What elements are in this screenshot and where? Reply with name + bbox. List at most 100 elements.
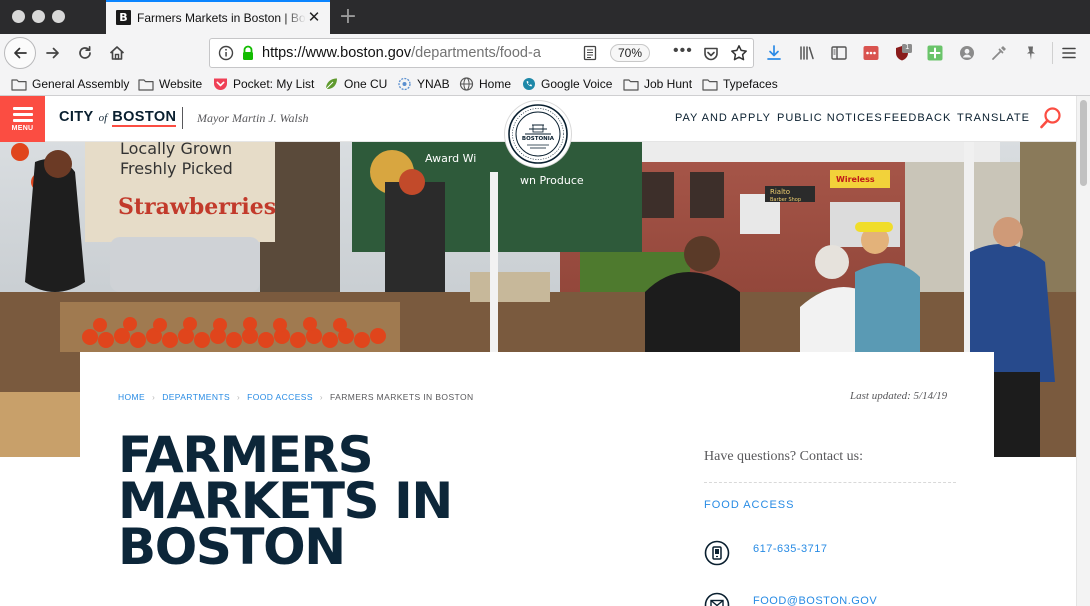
new-tab-button[interactable]: + bbox=[337, 4, 359, 30]
lastpass-icon[interactable] bbox=[861, 43, 881, 63]
hero-sign-text: Locally Grown bbox=[120, 142, 232, 158]
nav-translate[interactable]: TRANSLATE bbox=[957, 112, 1030, 124]
tab-active[interactable]: B Farmers Markets in Boston | Bo ✕ bbox=[106, 0, 330, 34]
breadcrumb-food-access[interactable]: FOOD ACCESS bbox=[247, 392, 313, 402]
ublock-badge: 1 bbox=[905, 43, 910, 51]
download-icon[interactable] bbox=[764, 43, 784, 63]
bookmark-one-cu[interactable]: One CU bbox=[324, 75, 387, 93]
page-title-line: BOSTON bbox=[118, 518, 346, 576]
url-bar[interactable]: https://www.boston.gov/departments/food-… bbox=[209, 38, 754, 68]
search-icon[interactable] bbox=[1038, 105, 1064, 131]
ublock-icon[interactable]: 1 bbox=[893, 43, 913, 63]
page-viewport: Locally Grown Freshly Picked Strawberrie… bbox=[0, 96, 1076, 606]
logo-city-text: CITY bbox=[59, 109, 94, 125]
url-host: https://www.boston.gov bbox=[262, 45, 412, 61]
bookmark-home[interactable]: Home bbox=[459, 75, 511, 93]
contact-department-link[interactable]: FOOD ACCESS bbox=[704, 499, 794, 511]
reload-button[interactable] bbox=[69, 37, 101, 69]
contact-heading: Have questions? Contact us: bbox=[704, 449, 864, 464]
pocket-icon[interactable] bbox=[702, 45, 720, 63]
extension-plus-icon[interactable] bbox=[925, 43, 945, 63]
window-close-button[interactable] bbox=[12, 10, 25, 23]
back-arrow-icon bbox=[14, 47, 27, 59]
logo-of-text: of bbox=[98, 112, 108, 124]
reload-icon bbox=[79, 45, 91, 59]
bookmark-label: Google Voice bbox=[541, 77, 613, 91]
google-voice-icon bbox=[522, 77, 536, 91]
bookmark-label: Typefaces bbox=[723, 77, 778, 91]
breadcrumb-home[interactable]: HOME bbox=[118, 392, 145, 402]
hero-sign-text: Wireless bbox=[836, 175, 875, 184]
hero-sign-text: Freshly Picked bbox=[120, 159, 233, 178]
navigation-toolbar: https://www.boston.gov/departments/food-… bbox=[0, 34, 1090, 72]
contact-divider bbox=[704, 482, 956, 483]
library-icon[interactable] bbox=[797, 43, 817, 63]
forward-arrow-icon bbox=[46, 47, 59, 59]
hero-sign-text: Award Wi bbox=[425, 152, 476, 165]
bookmark-pocket[interactable]: Pocket: My List bbox=[213, 75, 314, 93]
boston-favicon-icon: B bbox=[116, 10, 131, 25]
bookmark-typefaces[interactable]: Typefaces bbox=[702, 75, 778, 93]
bookmark-ynab[interactable]: YNAB bbox=[397, 75, 450, 93]
city-seal[interactable]: BOSTONIA bbox=[505, 101, 571, 167]
leaf-icon bbox=[324, 77, 339, 91]
page-actions-more-icon[interactable]: ••• bbox=[673, 42, 693, 60]
bookmark-website[interactable]: Website bbox=[138, 75, 202, 93]
hamburger-menu-icon[interactable] bbox=[1059, 43, 1079, 63]
bookmark-google-voice[interactable]: Google Voice bbox=[522, 75, 612, 93]
email-icon bbox=[704, 592, 730, 606]
bookmark-label: Home bbox=[479, 77, 512, 91]
contact-phone-link[interactable]: 617-635-3717 bbox=[753, 543, 828, 555]
bookmarks-bar: General Assembly Website Pocket: My List… bbox=[0, 72, 1090, 96]
lock-icon[interactable] bbox=[240, 45, 256, 61]
hero-sign-text: Barber Shop bbox=[770, 197, 801, 203]
hero-sign-text: Strawberries bbox=[118, 194, 276, 220]
logo-divider bbox=[182, 107, 183, 129]
breadcrumb-departments[interactable]: DEPARTMENTS bbox=[162, 392, 230, 402]
bookmark-job-hunt[interactable]: Job Hunt bbox=[623, 75, 692, 93]
boston-seal-icon: BOSTONIA bbox=[508, 104, 568, 164]
nav-pay-and-apply[interactable]: PAY AND APPLY bbox=[675, 112, 771, 124]
home-button[interactable] bbox=[101, 37, 133, 69]
site-menu-button[interactable]: MENU bbox=[0, 96, 45, 142]
bookmark-star-icon[interactable] bbox=[730, 44, 748, 62]
folder-icon bbox=[623, 78, 639, 91]
tab-close-icon[interactable]: ✕ bbox=[306, 8, 322, 26]
window-minimize-button[interactable] bbox=[32, 10, 45, 23]
contact-email-link[interactable]: FOOD@BOSTON.GOV bbox=[753, 595, 877, 606]
bookmark-label: One CU bbox=[344, 77, 388, 91]
reader-view-icon[interactable] bbox=[582, 45, 598, 61]
bookmark-label: Website bbox=[159, 77, 203, 91]
window-zoom-button[interactable] bbox=[52, 10, 65, 23]
account-icon[interactable] bbox=[957, 43, 977, 63]
tab-title-fade bbox=[284, 4, 306, 32]
last-updated: Last updated: 5/14/19 bbox=[850, 390, 948, 402]
globe-icon bbox=[459, 77, 474, 91]
pinterest-icon[interactable] bbox=[1021, 43, 1041, 63]
forward-button[interactable] bbox=[37, 37, 69, 69]
eyedropper-icon[interactable] bbox=[989, 43, 1009, 63]
breadcrumb-separator-icon: › bbox=[319, 392, 323, 402]
back-button[interactable] bbox=[4, 37, 36, 69]
scrollbar-thumb[interactable] bbox=[1080, 100, 1087, 186]
city-of-boston-logo[interactable]: CITY of BOSTON bbox=[59, 109, 177, 131]
info-icon[interactable] bbox=[218, 45, 234, 61]
tab-strip: B Farmers Markets in Boston | Bo ✕ + bbox=[0, 0, 1090, 34]
nav-public-notices[interactable]: PUBLIC NOTICES bbox=[777, 112, 883, 124]
folder-icon bbox=[702, 78, 718, 91]
bookmark-label: YNAB bbox=[417, 77, 450, 91]
browser-window: B Farmers Markets in Boston | Bo ✕ + htt… bbox=[0, 0, 1090, 606]
bookmark-general-assembly[interactable]: General Assembly bbox=[11, 75, 129, 93]
sidebar-icon[interactable] bbox=[829, 43, 849, 63]
zoom-level-button[interactable]: 70% bbox=[610, 44, 650, 62]
page-scrollbar[interactable] bbox=[1076, 96, 1090, 606]
breadcrumb-current: FARMERS MARKETS IN BOSTON bbox=[330, 392, 474, 402]
folder-icon bbox=[138, 78, 154, 91]
logo-boston-text: BOSTON bbox=[112, 109, 177, 127]
nav-feedback[interactable]: FEEDBACK bbox=[884, 112, 951, 124]
url-text[interactable]: https://www.boston.gov/departments/food-… bbox=[262, 45, 552, 61]
breadcrumb: HOME › DEPARTMENTS › FOOD ACCESS › FARME… bbox=[118, 392, 474, 402]
bookmark-label: Job Hunt bbox=[644, 77, 693, 91]
toolbar-separator bbox=[1052, 42, 1053, 64]
hamburger-icon bbox=[13, 107, 33, 125]
